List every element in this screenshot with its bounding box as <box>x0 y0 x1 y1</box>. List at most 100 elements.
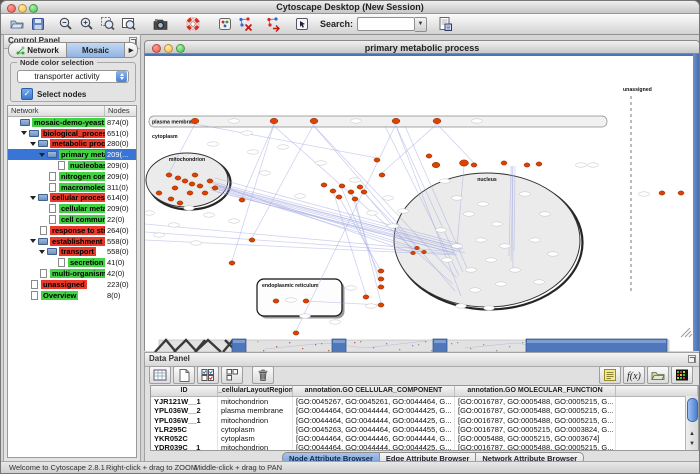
column-header[interactable]: _cellularLayoutRegion <box>218 386 293 396</box>
network-canvas[interactable]: plasma membranecytoplasmmitochondrionnuc… <box>144 54 700 351</box>
tab-network[interactable]: Network <box>9 43 66 57</box>
status-welcome: Welcome to Cytoscape 2.8.1 <box>9 463 105 472</box>
tree-row[interactable]: establishment of lo558(0) <box>8 236 136 247</box>
unselect-all-attributes-button[interactable] <box>221 366 243 384</box>
zoom-in-button[interactable] <box>76 15 97 33</box>
tree-row[interactable]: nucleobase-209(0) <box>8 160 136 171</box>
fx-icon: f(x) <box>625 368 643 382</box>
main-toolbar: Search: ▼ <box>1 14 699 35</box>
network-view-titlebar[interactable]: primary metabolic process <box>144 40 700 54</box>
cytopanel-icon <box>217 16 233 32</box>
tree-row[interactable]: macromolecule311(0) <box>8 182 136 193</box>
table-cell: mitochondrion <box>218 416 293 425</box>
column-header[interactable]: ID <box>151 386 218 396</box>
formula-builder-button[interactable]: f(x) <box>623 366 645 384</box>
table-row[interactable]: YJR121W__1mitochondrion[GO:0045267, GO:0… <box>151 397 698 406</box>
tree-row[interactable]: metabolic process280(0) <box>8 139 136 150</box>
tab-mosaic[interactable]: Mosaic <box>66 43 125 57</box>
cytopanel-toggle-button[interactable] <box>214 15 235 33</box>
save-session-button[interactable] <box>27 15 48 33</box>
tree-row[interactable]: cell communicat22(0) <box>8 214 136 225</box>
tree-col-nodes[interactable]: Nodes <box>105 106 136 116</box>
data-panel-title: Data Panel <box>149 354 190 363</box>
expander-icon[interactable] <box>39 153 45 157</box>
search-input[interactable] <box>357 17 415 31</box>
scroll-up-icon[interactable]: ▲ <box>689 431 695 437</box>
table-vertical-scrollbar[interactable]: ▲▼ <box>685 396 698 450</box>
table-cell: YDR039C__1 <box>151 443 218 451</box>
select-nodes-checkbox[interactable]: ✓ <box>21 88 33 100</box>
tree-row[interactable]: cellular metabo209(0) <box>8 203 136 214</box>
table-row[interactable]: YDR039C__1mitochondrion[GO:0044464, GO:0… <box>151 443 698 451</box>
svg-text:nucleus: nucleus <box>477 177 497 183</box>
checked-boxes-icon <box>200 368 216 382</box>
table-cell: [GO:0016787, GO:0005488, GO:0005215, G..… <box>455 397 616 406</box>
new-attribute-button[interactable] <box>173 366 195 384</box>
table-row[interactable]: YKR052Ccytoplasm[GO:0044464, GO:0044446,… <box>151 434 698 443</box>
expander-icon[interactable] <box>39 250 45 254</box>
expander-icon[interactable] <box>21 131 27 135</box>
attribute-table-icon <box>152 368 168 382</box>
table-row[interactable]: YPL036W__2plasma membrane[GO:0044464, GO… <box>151 406 698 415</box>
yellow-list-icon <box>602 368 618 382</box>
svg-text:plasma membrane: plasma membrane <box>152 120 198 126</box>
tree-row[interactable]: Overview8(0) <box>8 290 136 301</box>
zoom-selected-button[interactable] <box>97 15 118 33</box>
table-cell: YPL036W__1 <box>151 416 218 425</box>
tree-row[interactable]: cellular process614(0) <box>8 193 136 204</box>
expander-icon[interactable] <box>30 196 36 200</box>
scroll-down-icon[interactable]: ▼ <box>689 441 695 447</box>
float-panel-icon[interactable] <box>688 355 696 363</box>
column-header[interactable]: annotation.GO MOLECULAR_FUNCTION <box>455 386 616 396</box>
import-attributes-button[interactable] <box>647 366 669 384</box>
attribute-list-button[interactable] <box>599 366 621 384</box>
tree-row[interactable]: transport558(0) <box>8 247 136 258</box>
attribute-table-button[interactable] <box>149 366 171 384</box>
expander-icon[interactable] <box>30 142 36 146</box>
column-header[interactable]: annotation.GO CELLULAR_COMPONENT <box>293 386 455 396</box>
node-count: 209(... <box>105 150 136 159</box>
tree-row[interactable]: multi-organism pro42(0) <box>8 268 136 279</box>
table-cell: mitochondrion <box>218 443 293 451</box>
folder-icon <box>38 194 48 201</box>
network-view-title: primary metabolic process <box>145 43 699 53</box>
tab-overflow-arrow[interactable]: ▶ <box>125 43 137 57</box>
network-name: transport <box>59 247 96 256</box>
new-document-icon <box>176 368 192 382</box>
tree-col-network[interactable]: Network <box>8 106 105 116</box>
show-all-button[interactable] <box>263 15 284 33</box>
delete-attribute-button[interactable] <box>252 366 274 384</box>
table-row[interactable]: YLR295Ccytoplasm[GO:0045263, GO:0044464,… <box>151 425 698 434</box>
file-icon <box>58 258 65 267</box>
snapshot-button[interactable] <box>150 15 171 33</box>
select-all-attributes-button[interactable] <box>197 366 219 384</box>
network-graph[interactable]: plasma membranecytoplasmmitochondrionnuc… <box>145 56 700 353</box>
scrollbar-thumb[interactable] <box>687 398 698 422</box>
tree-row[interactable]: nitrogen compo209(0) <box>8 171 136 182</box>
table-cell: YKR052C <box>151 434 218 443</box>
search-label: Search: <box>320 19 353 29</box>
data-panel-header: Data Panel <box>145 353 699 367</box>
open-session-button[interactable] <box>6 15 27 33</box>
table-row[interactable]: YPL036W__1mitochondrion[GO:0044464, GO:0… <box>151 416 698 425</box>
folder-icon <box>29 130 39 137</box>
zoom-fit-button[interactable] <box>118 15 139 33</box>
svg-text:mitochondrion: mitochondrion <box>169 157 205 163</box>
tree-row[interactable]: secretion41(0) <box>8 257 136 268</box>
hide-selected-button[interactable] <box>235 15 256 33</box>
attribute-table[interactable]: ID_cellularLayoutRegionannotation.GO CEL… <box>150 385 699 451</box>
search-settings-button[interactable] <box>434 15 455 33</box>
attribute-matrix-button[interactable] <box>671 366 693 384</box>
annotation-select-button[interactable] <box>291 15 312 33</box>
tree-row[interactable]: mosaic-demo-yeast874(0) <box>8 117 136 128</box>
expander-icon[interactable] <box>30 239 36 243</box>
tree-row[interactable]: response to stimulu264(0) <box>8 225 136 236</box>
tree-row[interactable]: biological_process651(0) <box>8 128 136 139</box>
status-zoom-hint: Right-click + drag to ZOOM <box>106 463 197 472</box>
help-button[interactable] <box>182 15 203 33</box>
tree-row[interactable]: primary metabo209(... <box>8 149 136 160</box>
search-dropdown-button[interactable]: ▼ <box>415 17 427 32</box>
zoom-out-button[interactable] <box>55 15 76 33</box>
tree-row[interactable]: unassigned223(0) <box>8 279 136 290</box>
node-color-dropdown[interactable]: transporter activity <box>17 70 129 83</box>
